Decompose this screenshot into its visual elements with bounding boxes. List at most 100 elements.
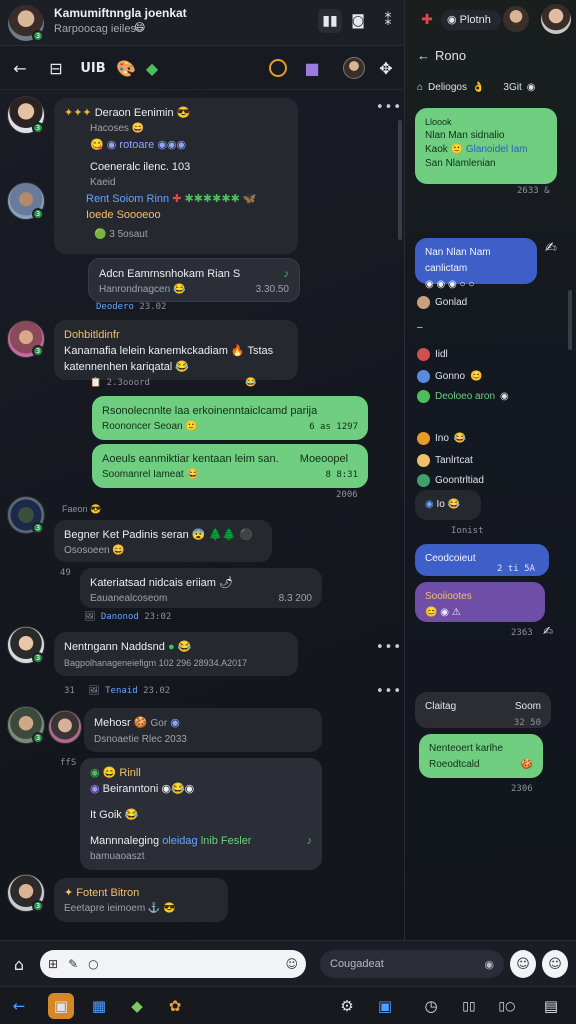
online-badge: 3 — [32, 732, 44, 744]
message-line: Kaok 🙂 Glanoidel Iam — [425, 144, 528, 155]
home-icon[interactable]: ⌂ — [6, 950, 32, 978]
emoji-button[interactable]: ☺ — [510, 950, 536, 978]
message-bubble[interactable]: Sooiiootes 😊 ◉ ⚠ — [415, 582, 545, 622]
reply-card[interactable]: Adcn Eamrnsnhokam Rian S ♪ Hanrondnagcen… — [88, 258, 300, 302]
reaction-row: 😊 ◉ ⚠ — [425, 607, 461, 618]
message-meta: 31 🖼 Tenaid 23.02 — [64, 686, 171, 696]
message-bubble[interactable]: ✦ Fotent Bitron Eeetapre ieimoem ⚓ 😎 — [54, 878, 228, 922]
message-line: ◉ Beiranntoni ◉😂◉ — [90, 783, 195, 795]
record-icon[interactable]: ◙ — [346, 9, 370, 33]
chat-area[interactable]: 3 3 ✦✦✦ Deraon Eenimin 😎 Hacoses 😄 😋 ◉ r… — [0, 90, 404, 940]
more-options-icon[interactable]: ••• — [376, 100, 402, 115]
reply-title: Adcn Eamrnsnhokam Rian S ♪ — [99, 268, 289, 280]
message-bubble[interactable]: Mehosr 🍪 Gor ◉ Dsnoaetie Rlec 2033 — [84, 708, 322, 752]
app-icon[interactable]: ▦ — [86, 993, 112, 1019]
signal-icon[interactable]: ▮▮ — [318, 9, 342, 33]
move-icon[interactable]: ✥ — [374, 54, 398, 82]
message-input[interactable]: ⊞ ✎ ○ ☺ — [40, 950, 306, 978]
avatar[interactable] — [48, 710, 82, 744]
message-bubble[interactable]: Begner Ket Padinis seran 😨 🌲🌲 ⚫ Ososoeen… — [54, 520, 272, 562]
message-bubble[interactable]: ✦✦✦ Deraon Eenimin 😎 Hacoses 😄 😋 ◉ rotoa… — [54, 98, 298, 254]
list-item[interactable]: Goontrltiad — [417, 474, 484, 487]
message-bubble[interactable]: Nentngann Naddsnd ● 😂 Bagpolhanageneiefi… — [54, 632, 298, 676]
message-bubble[interactable]: Nan Nlan Nam canlictam ◉ ◉ ◉ ○ ○ — [415, 238, 537, 290]
scrollbar[interactable] — [568, 290, 572, 350]
chat-title: Kamumiftnngla joenkat — [54, 6, 187, 20]
message-bubble[interactable]: Dohbitldinfr Kanamafia lelein kanemkckad… — [54, 320, 298, 380]
list-item[interactable]: Gonno 😊 — [417, 370, 482, 383]
list-item[interactable]: Tanlrtcat — [417, 454, 473, 467]
sticker-icon[interactable]: ☺ — [285, 957, 298, 971]
message-sub: Ososoeen 😄 — [64, 545, 125, 556]
sender-name: Dohbitldinfr — [64, 329, 120, 341]
more-options-icon[interactable]: ••• — [376, 684, 402, 699]
pin-icon[interactable]: ✍ — [543, 624, 553, 638]
message-link-row[interactable]: Rent Soiom Rinn ✚ ✱✱✱✱✱✱ 🦋 — [86, 191, 288, 207]
draw-icon[interactable]: ✎ — [68, 957, 78, 971]
message-sub: Soomanrel Iameat 😂 8 8:31 — [102, 469, 358, 480]
reaction-row[interactable]: 😋 ◉ rotoare ◉◉◉ — [90, 137, 288, 153]
message-bubble-sent[interactable]: Aoeuls eanmiktiar kentaan leim san. Moeo… — [92, 444, 368, 488]
tag-icon[interactable]: ◆ — [140, 54, 164, 82]
message-time: 2006 — [336, 490, 358, 500]
message-sub: Dsnoaetie Rlec 2033 — [94, 734, 187, 745]
scrollbar[interactable] — [398, 120, 402, 240]
avatar[interactable] — [541, 4, 571, 34]
attach-icon[interactable]: ⊞ — [48, 957, 58, 971]
settings-icon[interactable] — [266, 54, 290, 82]
message-time: 2 ti 5A — [497, 564, 535, 574]
back-button[interactable]: ← — [8, 54, 32, 82]
list-item[interactable]: Ino 😂 — [417, 432, 466, 445]
battery-icon[interactable]: ▯○ — [494, 993, 520, 1019]
search-input[interactable]: Cougadeat ◉ — [320, 950, 504, 978]
list-item[interactable]: ◉ Io 😂 — [415, 490, 481, 520]
emoji-icon[interactable]: ○ — [88, 957, 98, 971]
list-item[interactable]: Gonlad — [417, 296, 467, 309]
cube-icon[interactable]: ■ — [300, 54, 324, 82]
online-badge: 3 — [32, 900, 44, 912]
app-icon[interactable]: ✿ — [162, 993, 188, 1019]
app-icon[interactable]: ◆ — [124, 993, 150, 1019]
side-panel-back[interactable]: ← Rono — [417, 48, 466, 63]
message-bubble-sent[interactable]: Rsonolecnnlte laa erkoinenntaiclcamd par… — [92, 396, 368, 440]
message-bubble[interactable]: ◉ 😄 Rinll ◉ Beiranntoni ◉😂◉ It Goik 😂 Ma… — [80, 758, 322, 870]
settings-icon[interactable]: ⚙ — [334, 993, 360, 1019]
toolbar-label[interactable]: UIB — [78, 54, 108, 82]
search-icon[interactable]: ◉ — [484, 958, 494, 971]
message-bubble[interactable]: Kateriatsad nidcais eriiam 🌶 Eauanealcos… — [80, 568, 322, 608]
panel-icon[interactable]: ⊟ — [44, 54, 68, 82]
profile-button[interactable] — [342, 54, 366, 82]
avatar[interactable] — [503, 6, 529, 32]
online-badge: 3 — [32, 30, 44, 42]
message-meta: 🟢 3 5osaut — [94, 229, 148, 240]
app-icon[interactable]: ▣ — [48, 993, 74, 1019]
clock-icon[interactable]: ◷ — [418, 993, 444, 1019]
page-icon[interactable]: ▯▯ — [456, 993, 482, 1019]
message-bubble-sent[interactable]: Lloook Nlan Man sidnalio Kaok 🙂 Glanoide… — [415, 108, 557, 184]
message-bubble[interactable]: Claitag Soom 32 50 — [415, 692, 551, 728]
list-item[interactable]: Deoloeo aron ◉ — [417, 390, 509, 403]
message-line: Kateriatsad nidcais eriiam 🌶 — [90, 577, 233, 589]
back-icon[interactable]: ← — [6, 993, 32, 1019]
calendar-icon[interactable]: ▤ — [538, 993, 564, 1019]
composer-bar: ⌂ ⊞ ✎ ○ ☺ Cougadeat ◉ ☺ ☺ — [0, 940, 576, 986]
side-panel-sub: ⌂ Deliogos 👌 3Git ◉ — [417, 82, 536, 93]
flag-icon[interactable]: ✚ — [415, 8, 439, 32]
close-icon[interactable]: ⁑ — [376, 9, 400, 33]
pin-icon[interactable]: ✍ — [545, 240, 557, 256]
message-line: ◉ 😄 Rinll — [90, 767, 141, 779]
message-line: Roeodtcald 🍪 — [429, 759, 533, 770]
message-line: Ioede Soooeoo — [86, 209, 161, 221]
message-line: Claitag Soom — [425, 701, 541, 712]
more-options-icon[interactable]: ••• — [376, 640, 402, 655]
message-time: 2363 — [511, 628, 533, 638]
chat-subtitle: Rarpoocag ieiles — [54, 23, 136, 35]
list-item[interactable]: Iidl — [417, 348, 448, 361]
message-bubble-sent[interactable]: Nenteoert karlhe Roeodtcald 🍪 — [419, 734, 543, 778]
header-chip[interactable]: ◉ Plotnh — [441, 10, 501, 30]
voice-button[interactable]: ☺ — [542, 950, 568, 978]
message-line: Sooiiootes — [425, 591, 472, 602]
online-badge: 3 — [32, 345, 44, 357]
window-icon[interactable]: ▣ — [372, 993, 398, 1019]
palette-icon[interactable]: 🎨 — [114, 54, 138, 82]
